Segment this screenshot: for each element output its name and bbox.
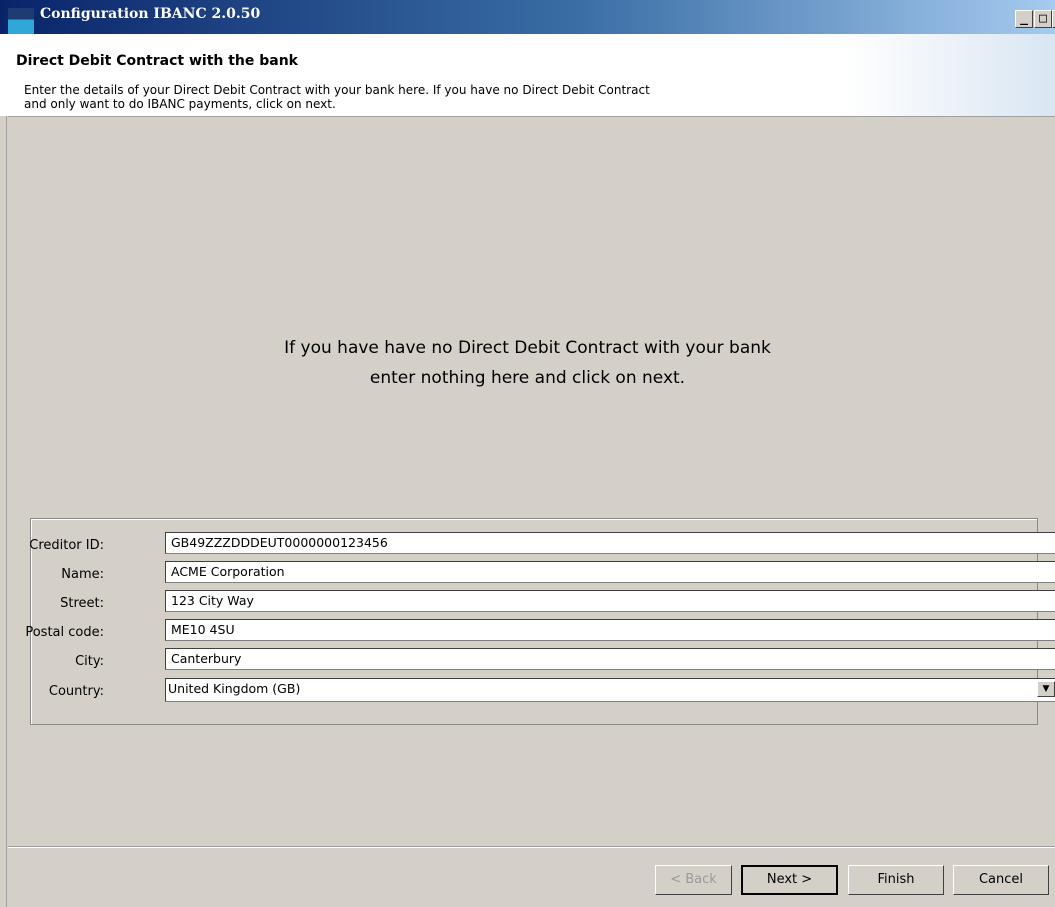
next-button[interactable]: Next > [741, 865, 838, 895]
footer-divider-highlight [8, 847, 1055, 848]
name-input[interactable]: ACME Corporation [165, 561, 1055, 583]
title-bar: Configuration IBANC 2.0.50 _ □ X [0, 0, 1055, 34]
page-title: Direct Debit Contract with the bank [16, 53, 298, 69]
city-label: City: [75, 654, 104, 669]
notice-text: If you have have no Direct Debit Contrac… [284, 338, 771, 388]
page-description: Enter the details of your Direct Debit C… [24, 83, 650, 111]
creditor-form-panel: Creditor ID: GB49ZZZDDDEUT0000000123456 … [25, 518, 1055, 725]
street-label: Street: [60, 596, 104, 611]
creditor-id-label: Creditor ID: [29, 538, 104, 553]
finish-button[interactable]: Finish [848, 865, 944, 895]
left-border [6, 116, 7, 907]
country-label: Country: [48, 684, 104, 699]
back-button[interactable]: < Back [655, 865, 732, 895]
app-icon [8, 8, 34, 34]
postal-code-input[interactable]: ME10 4SU [165, 619, 1055, 641]
chevron-down-icon[interactable]: ▼ [1037, 681, 1055, 697]
header-divider [8, 116, 1055, 117]
country-select[interactable]: United Kingdom (GB) ▼ [165, 678, 1055, 702]
city-input[interactable]: Canterbury [165, 648, 1055, 670]
maximize-button[interactable]: □ [1034, 10, 1052, 28]
minimize-button[interactable]: _ [1015, 10, 1033, 28]
country-select-value: United Kingdom (GB) [168, 681, 301, 696]
cancel-button[interactable]: Cancel [953, 865, 1049, 895]
postal-code-label: Postal code: [25, 625, 104, 640]
street-input[interactable]: 123 City Way [165, 590, 1055, 612]
window-title: Configuration IBANC 2.0.50 [40, 6, 261, 22]
name-label: Name: [61, 567, 104, 582]
creditor-id-input[interactable]: GB49ZZZDDDEUT0000000123456 [165, 532, 1055, 554]
